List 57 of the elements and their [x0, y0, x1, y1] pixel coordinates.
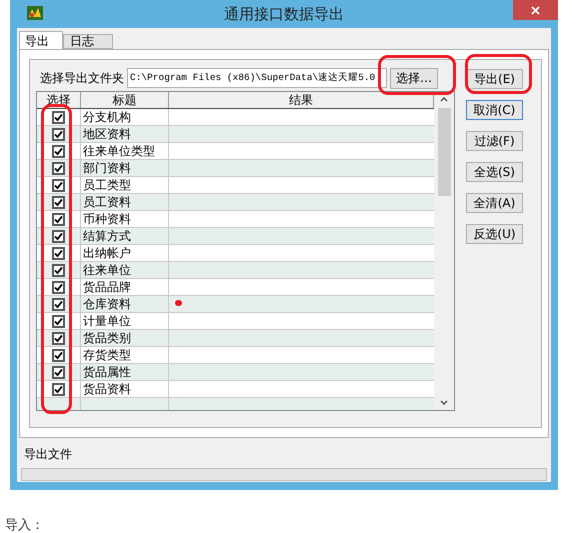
checkbox[interactable]	[52, 144, 65, 158]
table-cell: 币种资料	[83, 212, 131, 226]
window-title: 通用接口数据导出	[224, 4, 344, 25]
table-cell: 员工资料	[83, 195, 131, 209]
table-cell: 存货类型	[83, 348, 131, 362]
scrollbar[interactable]	[434, 92, 454, 410]
close-button[interactable]	[513, 0, 558, 20]
checkbox[interactable]	[52, 128, 65, 140]
scroll-up-icon	[440, 97, 448, 102]
table-cell: 员工类型	[83, 178, 131, 192]
folder-label: 选择导出文件夹	[40, 70, 124, 87]
action-button[interactable]: 反选(U)	[466, 224, 523, 244]
scroll-down-icon	[440, 400, 448, 405]
checkbox[interactable]	[52, 332, 65, 344]
table-cell: 部门资料	[83, 161, 131, 175]
action-button[interactable]: 全选(S)	[466, 162, 523, 182]
checkbox[interactable]	[52, 298, 65, 310]
action-button[interactable]: 导出(E)	[466, 69, 523, 89]
table-cell: 往来单位	[83, 263, 131, 277]
checkbox[interactable]	[52, 196, 65, 208]
table-cell: 货品属性	[83, 365, 131, 379]
checkbox[interactable]	[52, 212, 65, 226]
table-cell: 出纳帐户	[83, 246, 131, 260]
table-cell: 计量单位	[83, 314, 131, 328]
checkbox[interactable]	[52, 246, 65, 260]
scroll-thumb[interactable]	[438, 108, 450, 196]
table-cell: 货品类别	[83, 331, 131, 345]
checkbox[interactable]	[52, 178, 65, 192]
action-button[interactable]: 取消(C)	[466, 100, 523, 120]
table-cell: 分支机构	[83, 110, 131, 124]
checkbox[interactable]	[52, 348, 65, 362]
checkbox[interactable]	[52, 110, 65, 124]
checkbox[interactable]	[52, 162, 65, 174]
table-cell: 结算方式	[83, 229, 131, 243]
page-text: 导入：	[5, 517, 44, 533]
action-button[interactable]: 过滤(F)	[466, 131, 523, 151]
checkbox[interactable]	[52, 314, 65, 328]
browse-button[interactable]: 选择…	[390, 68, 438, 88]
table-cell: 地区资料	[83, 127, 131, 141]
checkbox[interactable]	[52, 230, 65, 242]
table-cell: 货品资料	[83, 382, 131, 396]
checkbox[interactable]	[52, 382, 65, 396]
tab[interactable]: 导出	[19, 31, 63, 49]
app-icon	[27, 6, 43, 20]
table-cell: 往来单位类型	[83, 144, 155, 158]
close-icon	[531, 6, 540, 14]
checkbox[interactable]	[52, 280, 65, 294]
tab[interactable]: 日志	[63, 34, 113, 49]
folder-path-field[interactable]: C:\Program Files (x86)\SuperData\速达天耀5.0	[127, 68, 387, 88]
table-cell: 仓库资料	[83, 297, 131, 311]
table-cell: 货品品牌	[83, 280, 131, 294]
action-button[interactable]: 全清(A)	[466, 193, 523, 213]
checkbox[interactable]	[52, 264, 65, 276]
checkbox[interactable]	[52, 366, 65, 378]
column-header[interactable]: 标题	[81, 92, 169, 108]
status-text: 导出文件	[24, 446, 73, 463]
annotation-outline	[465, 54, 532, 94]
